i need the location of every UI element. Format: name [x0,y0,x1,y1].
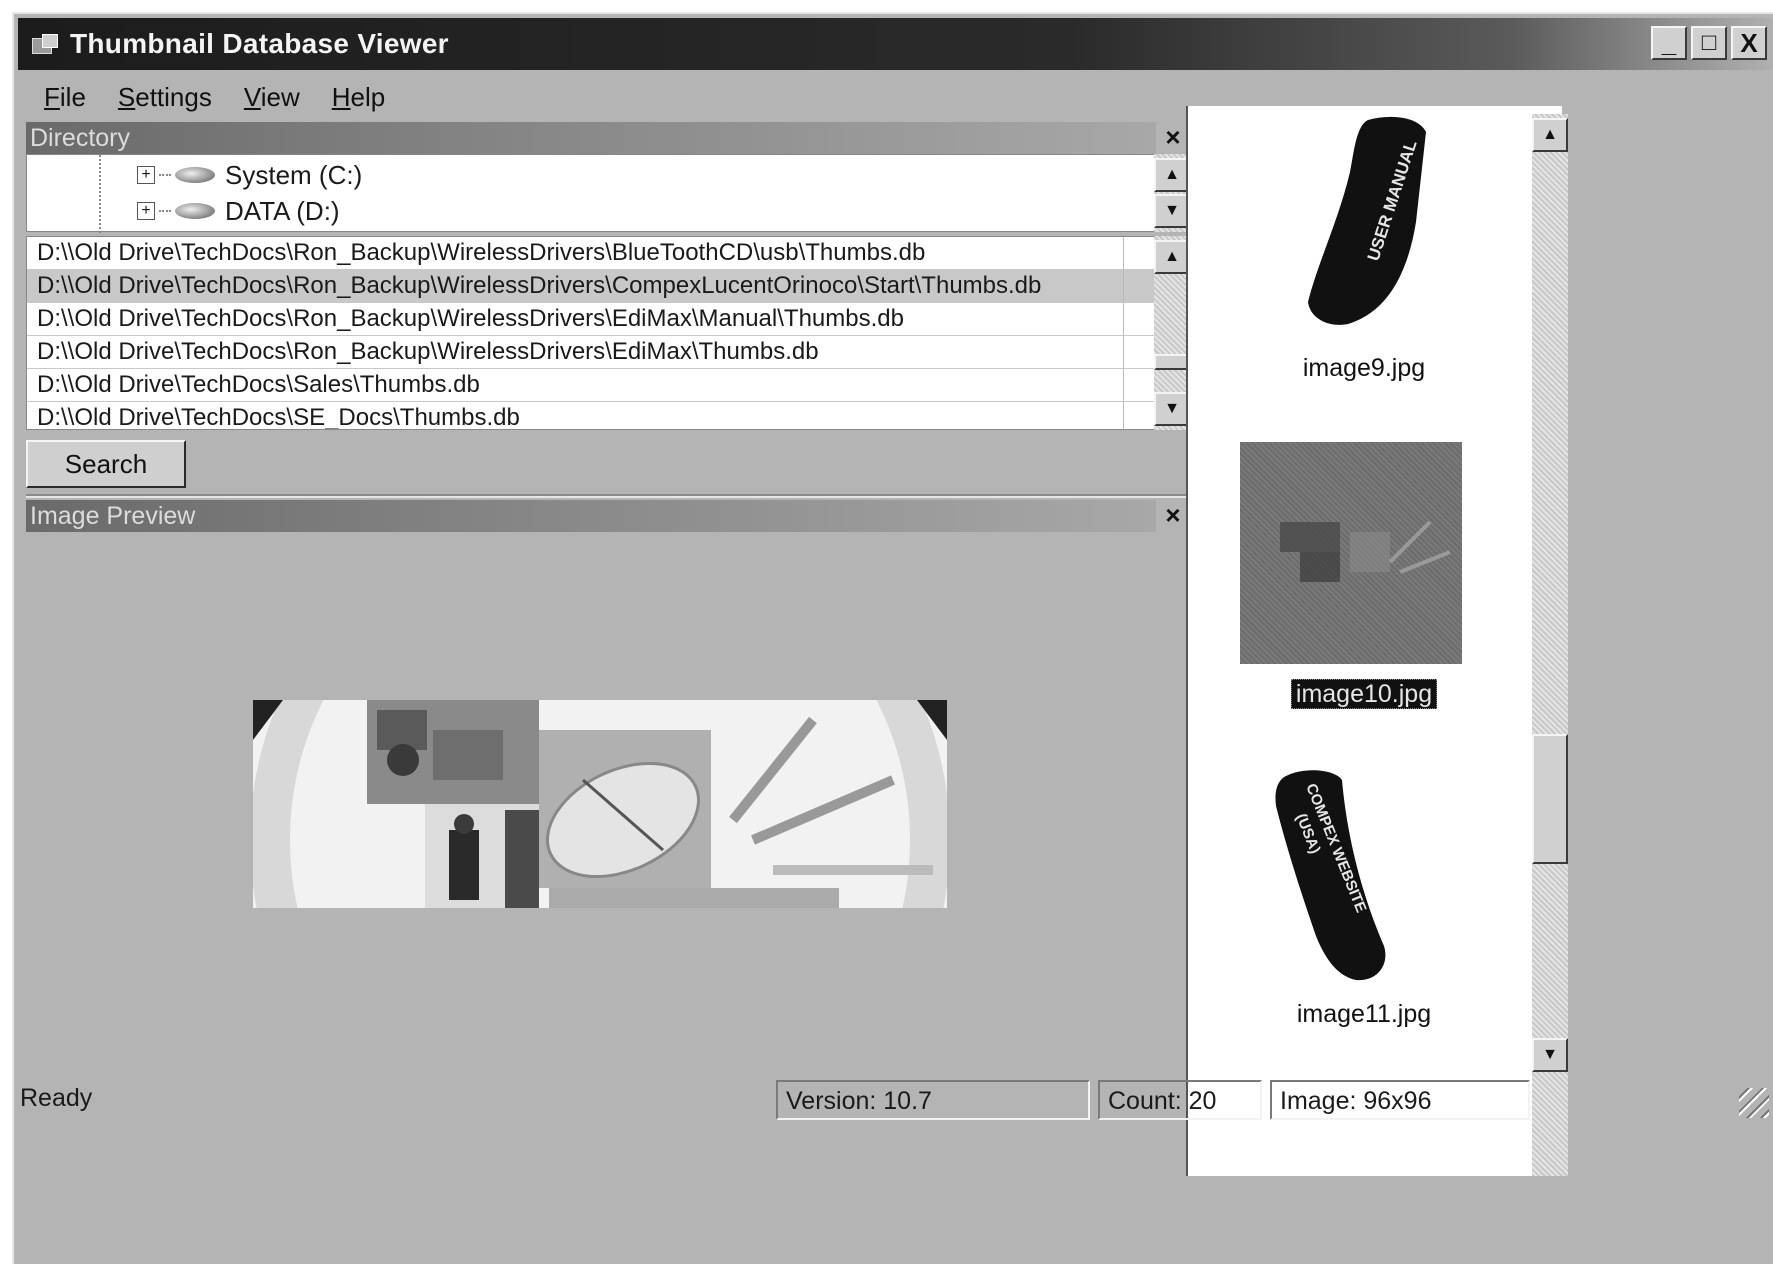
list-item[interactable]: D:\\Old Drive\TechDocs\Ron_Backup\Wirele… [27,237,1155,270]
preview-collage-graphic [253,700,947,908]
expand-icon[interactable]: + [137,166,155,184]
status-bar: Ready Version: 10.7 Count: 20 Image: 96x… [14,1076,1773,1124]
hard-drive-icon [175,203,215,219]
menu-help-accel: H [331,82,351,112]
tree-node-label: System (C:) [225,159,363,190]
thumbnail-caption[interactable]: image9.jpg [1214,354,1514,383]
path-text: D:\\Old Drive\TechDocs\Ron_Backup\Wirele… [37,338,819,365]
list-item[interactable]: D:\\Old Drive\TechDocs\Sales\Thumbs.db [27,369,1155,402]
menu-file[interactable]: File [28,76,102,116]
status-version: Version: 10.7 [776,1080,1090,1120]
menu-bar: File Settings View Help [28,76,401,116]
path-text: D:\\Old Drive\TechDocs\Ron_Backup\Wirele… [37,305,904,332]
menu-settings-label: ettings [135,82,212,112]
thumbnail-caption[interactable]: image11.jpg [1214,1000,1514,1029]
tree-guide-line [99,155,101,233]
thumbnail-image10[interactable] [1240,442,1462,664]
expand-icon[interactable]: + [137,202,155,220]
image-preview-close-button[interactable]: × [1158,500,1188,530]
tree-node-label: DATA (D:) [225,195,340,226]
column-separator [1123,336,1124,368]
menu-file-label: ile [59,82,86,112]
directory-close-button[interactable]: × [1158,122,1188,152]
image-preview-area [26,542,1190,1077]
path-text: D:\\Old Drive\TechDocs\Sales\Thumbs.db [37,371,480,398]
status-ready: Ready [20,1084,93,1112]
menu-view-label: iew [260,82,300,112]
scroll-down-icon[interactable]: ▼ [1154,194,1190,228]
scroll-thumb[interactable] [1532,734,1568,864]
maximize-button[interactable]: □ [1691,26,1727,60]
user-manual-graphic: USER MANUAL [1308,116,1426,325]
app-window: Thumbnail Database Viewer _ □ X File Set… [12,12,1773,1264]
tree-connector [159,210,171,212]
thumbnail-image11[interactable]: COMPEX WEBSITE (USA) [1266,766,1406,986]
column-separator [1123,402,1124,429]
menu-help-label: elp [350,82,386,112]
menu-settings[interactable]: Settings [102,76,228,116]
menu-view[interactable]: View [228,76,316,116]
status-image-size: Image: 96x96 [1270,1080,1530,1120]
tree-scrollbar[interactable]: ▲ ▼ [1154,154,1190,232]
list-item[interactable]: D:\\Old Drive\TechDocs\SE_Docs\Thumbs.db [27,402,1155,430]
compex-website-graphic: COMPEX WEBSITE (USA) [1275,770,1386,981]
scroll-down-icon[interactable]: ▼ [1532,1038,1568,1072]
preview-image [253,700,947,908]
path-text: D:\\Old Drive\TechDocs\SE_Docs\Thumbs.db [37,404,520,430]
title-bar[interactable]: Thumbnail Database Viewer _ □ X [18,18,1773,70]
splitter[interactable] [26,494,1190,498]
thumbnail-image9[interactable]: USER MANUAL [1298,112,1438,332]
directory-header: Directory [26,122,1156,154]
menu-help[interactable]: Help [316,76,401,116]
window-controls: _ □ X [1651,26,1767,60]
path-text: D:\\Old Drive\TechDocs\Ron_Backup\Wirele… [37,239,926,266]
hard-drive-icon [175,167,215,183]
scroll-up-icon[interactable]: ▲ [1154,240,1190,274]
thumbnail-pane: USER MANUAL image9.jpg image10.jpg COMPE… [1186,106,1568,1176]
list-item[interactable]: D:\\Old Drive\TechDocs\Ron_Backup\Wirele… [27,303,1155,336]
thumbnail-caption-selected[interactable]: image10.jpg [1214,679,1514,709]
thumbnail-scrollbar[interactable]: ▲ ▼ [1532,114,1568,1176]
thumbnail-caption-text: image10.jpg [1290,679,1438,709]
menu-view-accel: V [243,82,261,112]
tree-node-system-drive[interactable]: + System (C:) [137,157,362,193]
search-button[interactable]: Search [26,440,186,488]
list-item-selected[interactable]: D:\\Old Drive\TechDocs\Ron_Backup\Wirele… [27,270,1155,303]
scroll-up-icon[interactable]: ▲ [1154,158,1190,192]
menu-settings-accel: S [117,82,136,112]
thumbs-db-list: D:\\Old Drive\TechDocs\Ron_Backup\Wirele… [26,236,1156,430]
app-icon [30,32,60,56]
list-scrollbar[interactable]: ▲ ▼ [1154,236,1190,430]
scroll-down-icon[interactable]: ▼ [1154,392,1190,426]
menu-file-accel: F [44,82,60,112]
scroll-thumb[interactable] [1154,354,1190,370]
left-pane: Directory × + System (C:) + DATA (D:) ▲ … [26,122,1190,1077]
directory-tree: + System (C:) + DATA (D:) [26,154,1156,233]
list-item[interactable]: D:\\Old Drive\TechDocs\Ron_Backup\Wirele… [27,336,1155,369]
tree-connector [159,174,171,176]
minimize-button[interactable]: _ [1651,26,1687,60]
close-button[interactable]: X [1731,26,1767,60]
path-text: D:\\Old Drive\TechDocs\Ron_Backup\Wirele… [37,272,1042,299]
image-preview-header: Image Preview [26,500,1156,532]
column-separator [1123,237,1124,269]
status-count: Count: 20 [1098,1080,1262,1120]
resize-grip-icon[interactable] [1739,1088,1769,1118]
column-separator [1123,270,1124,302]
scroll-up-icon[interactable]: ▲ [1532,118,1568,152]
tree-node-data-drive[interactable]: + DATA (D:) [137,193,340,229]
thumbnail-collage-graphic [1280,520,1451,582]
column-separator [1123,303,1124,335]
window-title: Thumbnail Database Viewer [70,28,449,59]
column-separator [1123,369,1124,401]
